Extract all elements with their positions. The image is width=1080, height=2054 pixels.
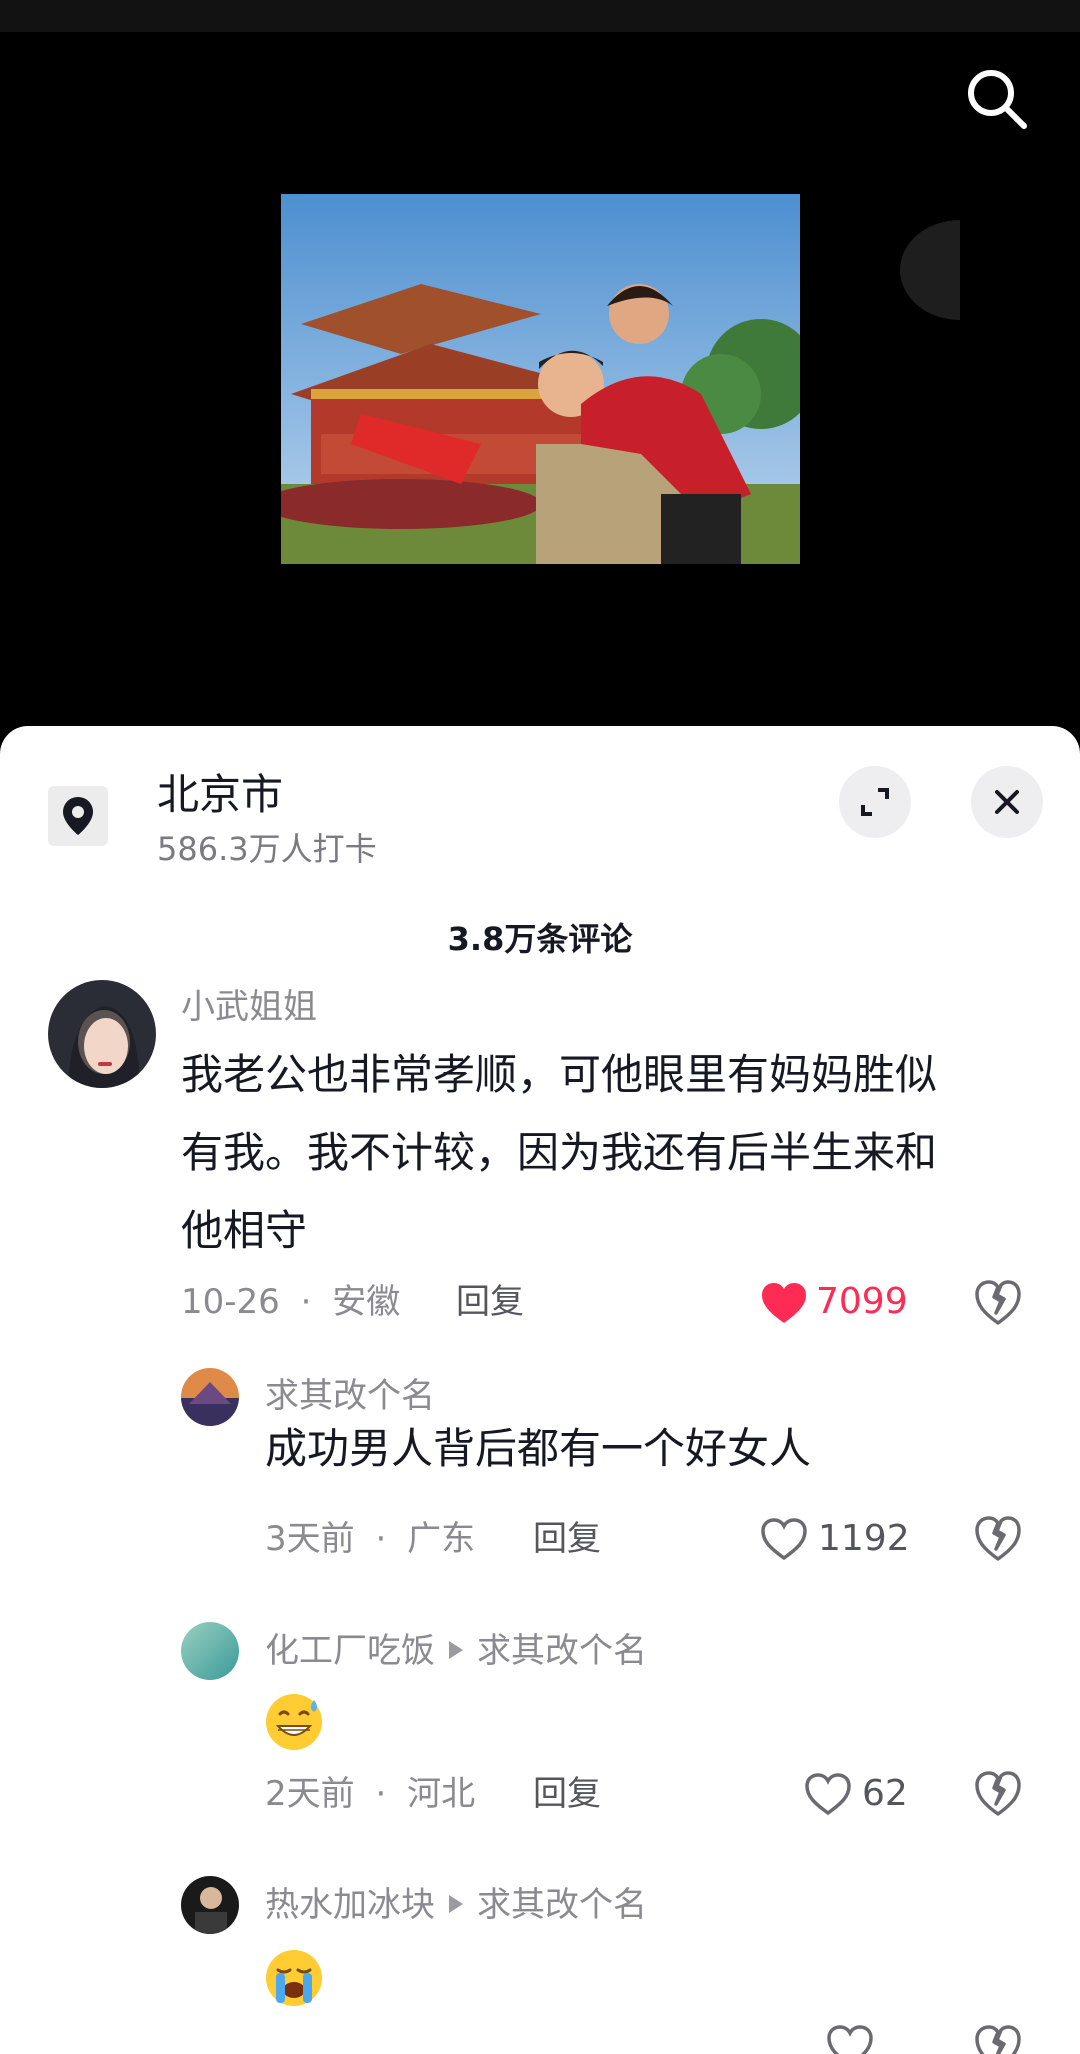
- comments-sheet: 北京市 586.3万人打卡 3.8万条评论 小武姐姐 我老公也非常孝顺，可他眼里…: [0, 726, 1080, 2054]
- location-pin-icon: [63, 797, 93, 835]
- dislike-icon[interactable]: [974, 1770, 1022, 1816]
- comment-username[interactable]: 小武姐姐: [181, 986, 317, 1028]
- location-name[interactable]: 北京市: [157, 771, 283, 819]
- heart-outline-icon[interactable]: [826, 2024, 874, 2054]
- reply-region: 广东: [407, 1519, 476, 1559]
- reply-date: 2天前: [265, 1774, 355, 1814]
- reply-to-username[interactable]: 求其改个名: [477, 1631, 647, 1671]
- dislike-icon[interactable]: [974, 1515, 1022, 1561]
- status-bar: [0, 0, 1080, 32]
- reply-text: 成功男人背后都有一个好女人: [265, 1424, 812, 1473]
- avatar[interactable]: [48, 980, 156, 1088]
- expand-icon: [861, 788, 889, 816]
- avatar[interactable]: [181, 1368, 239, 1426]
- reply-arrow-icon: [449, 1640, 463, 1659]
- reply-region: 河北: [407, 1774, 476, 1814]
- reply-username[interactable]: 热水加冰块: [265, 1885, 435, 1925]
- comment-text-line-1: 我老公也非常孝顺，可他眼里有妈妈胜似: [181, 1050, 938, 1099]
- reply-button[interactable]: 回复: [533, 1519, 601, 1559]
- reply-to-username[interactable]: 求其改个名: [477, 1885, 647, 1925]
- loudly-crying-emoji: [266, 1950, 322, 2006]
- avatar[interactable]: [181, 1876, 239, 1934]
- meta-separator: ·: [375, 1519, 387, 1559]
- search-button[interactable]: [960, 62, 1034, 136]
- comment-date: 10-26: [181, 1282, 280, 1322]
- comment-count-title: 3.8万条评论: [447, 920, 633, 958]
- reply-button[interactable]: 回复: [533, 1774, 601, 1814]
- reply-username-line: 热水加冰块 求其改个名: [265, 1884, 647, 1926]
- close-icon: [995, 790, 1019, 814]
- like-count: 1192: [818, 1518, 910, 1559]
- like-count: 62: [862, 1773, 908, 1814]
- search-icon: [968, 70, 1027, 129]
- heart-outline-icon[interactable]: [804, 1772, 852, 1816]
- comment-text-line-2: 有我。我不计较，因为我还有后半生来和: [181, 1128, 938, 1177]
- meta-separator: ·: [375, 1774, 387, 1814]
- location-checkins: 586.3万人打卡: [157, 830, 377, 868]
- comment-region: 安徽: [332, 1282, 401, 1322]
- reply-meta: 3天前 · 广东: [265, 1519, 475, 1559]
- avatar[interactable]: [181, 1622, 239, 1680]
- music-disc[interactable]: [900, 220, 960, 320]
- like-count: 7099: [816, 1281, 908, 1322]
- grinning-sweat-emoji: [266, 1694, 322, 1750]
- close-button[interactable]: [971, 766, 1043, 838]
- meta-separator: ·: [300, 1282, 312, 1322]
- comment-meta: 10-26 · 安徽: [181, 1282, 400, 1322]
- reply-arrow-icon: [449, 1894, 463, 1913]
- heart-filled-icon[interactable]: [760, 1281, 808, 1325]
- reply-username[interactable]: 化工厂吃饭: [265, 1631, 435, 1671]
- reply-username-line: 化工厂吃饭 求其改个名: [265, 1630, 647, 1672]
- reply-date: 3天前: [265, 1519, 355, 1559]
- heart-outline-icon[interactable]: [760, 1517, 808, 1561]
- dislike-icon[interactable]: [974, 1279, 1022, 1325]
- video-frame-image: [281, 194, 800, 564]
- reply-button[interactable]: 回复: [456, 1282, 524, 1322]
- reply-meta: 2天前 · 河北: [265, 1774, 475, 1814]
- comment-text-line-3: 他相守: [181, 1206, 308, 1255]
- dislike-icon[interactable]: [974, 2024, 1022, 2054]
- expand-button[interactable]: [839, 766, 911, 838]
- location-card-icon: [48, 786, 108, 846]
